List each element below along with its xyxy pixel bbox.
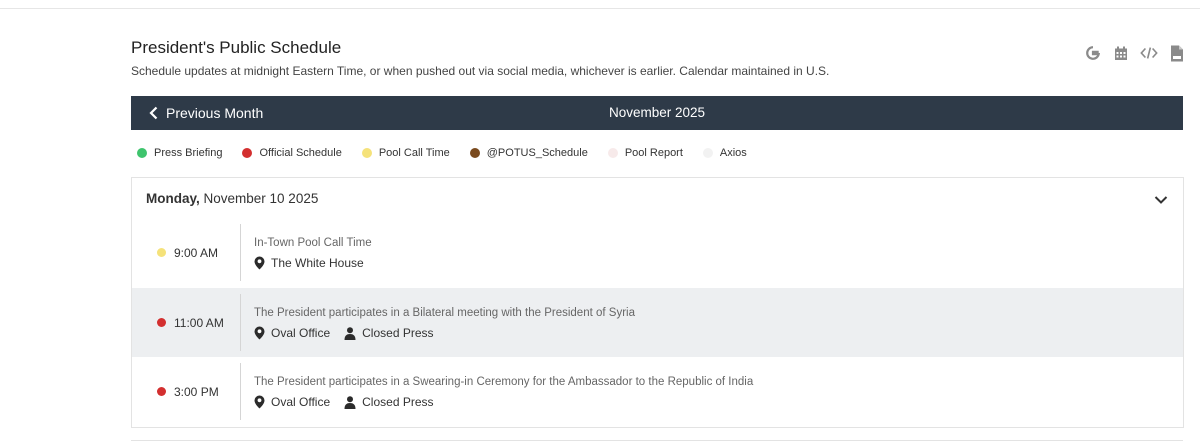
- event-press: Closed Press: [344, 326, 434, 340]
- legend-item: Press Briefing: [137, 147, 222, 159]
- event-location-label: The White House: [271, 256, 364, 270]
- person-icon: [344, 395, 362, 409]
- csv-file-icon[interactable]: [1168, 44, 1186, 62]
- event-title: The President participates in a Swearing…: [254, 376, 754, 388]
- event-time: 9:00 AM: [157, 218, 218, 287]
- previous-month-button[interactable]: Previous Month: [149, 96, 263, 130]
- legend-item: Pool Report: [607, 147, 683, 159]
- legend-item: Pool Call Time: [361, 147, 450, 159]
- calendar-icon[interactable]: [1112, 44, 1130, 62]
- top-divider: [0, 8, 1200, 9]
- event-meta: Oval Office Closed Press: [254, 326, 448, 340]
- chevron-down-icon[interactable]: [1153, 192, 1169, 208]
- event-location: Oval Office: [254, 395, 330, 409]
- legend-label: @POTUS_Schedule: [486, 147, 588, 159]
- event-time: 3:00 PM: [157, 357, 219, 426]
- previous-month-label: Previous Month: [166, 105, 264, 121]
- event-status-dot-icon: [157, 318, 166, 327]
- event-location-label: Oval Office: [271, 395, 331, 409]
- next-day-card-edge: [131, 440, 1183, 441]
- legend-item: @POTUS_Schedule: [469, 147, 588, 159]
- event-title: The President participates in a Bilatera…: [254, 307, 635, 319]
- current-month-title: November 2025: [608, 105, 706, 120]
- legend-label: Press Briefing: [154, 147, 223, 159]
- event-status-dot-icon: [157, 387, 166, 396]
- map-marker-icon: [254, 256, 271, 270]
- legend-dot-icon: [361, 148, 372, 158]
- event-press-label: Closed Press: [362, 326, 434, 340]
- embed-code-icon[interactable]: [1140, 44, 1158, 62]
- event-meta: The White House: [254, 256, 378, 270]
- event-time-label: 11:00 AM: [174, 315, 224, 330]
- day-weekday: Monday,: [146, 191, 200, 206]
- event-divider: [240, 224, 241, 281]
- legend-dot-icon: [242, 148, 253, 158]
- person-icon: [344, 326, 362, 340]
- chevron-left-icon: [149, 106, 158, 120]
- legend-item: Official Schedule: [242, 147, 342, 159]
- legend-label: Pool Report: [624, 147, 683, 159]
- event-location: Oval Office: [254, 326, 330, 340]
- legend-dot-icon: [607, 148, 618, 158]
- event-divider: [240, 363, 241, 420]
- page-title: President's Public Schedule: [131, 38, 342, 57]
- legend-dot-icon: [469, 148, 480, 158]
- day-header[interactable]: Monday, November 10 2025: [146, 191, 318, 206]
- event-location-label: Oval Office: [271, 326, 331, 340]
- event-title: In-Town Pool Call Time: [254, 237, 372, 249]
- legend-label: Pool Call Time: [378, 147, 450, 159]
- map-marker-icon: [254, 395, 271, 409]
- google-icon[interactable]: [1084, 44, 1102, 62]
- event-location: The White House: [254, 256, 364, 270]
- event-status-dot-icon: [157, 248, 166, 257]
- toolbar: [1084, 44, 1186, 62]
- event-press-label: Closed Press: [362, 395, 434, 409]
- day-date: November 10 2025: [203, 191, 319, 206]
- event-press: Closed Press: [344, 395, 434, 409]
- day-card: Monday, November 10 2025 9:00 AM In-Town …: [131, 177, 1184, 428]
- event-time-label: 9:00 AM: [174, 245, 219, 260]
- event-time: 11:00 AM: [157, 288, 224, 357]
- legend-dot-icon: [137, 148, 147, 158]
- page-subtitle: Schedule updates at midnight Eastern Tim…: [131, 64, 830, 78]
- month-navigation-bar: Previous Month November 2025: [131, 96, 1183, 130]
- schedule-event-row[interactable]: 11:00 AM The President participates in a …: [132, 288, 1183, 357]
- schedule-event-row[interactable]: 9:00 AM In-Town Pool Call Time The White H…: [132, 218, 1183, 287]
- legend-label: Official Schedule: [259, 147, 342, 159]
- legend-label: Axios: [719, 147, 747, 159]
- schedule-event-row[interactable]: 3:00 PM The President participates in a S…: [132, 357, 1183, 426]
- legend: Press Briefing Official Schedule Pool Call…: [137, 147, 767, 159]
- map-marker-icon: [254, 326, 271, 340]
- event-time-label: 3:00 PM: [174, 384, 219, 399]
- event-divider: [240, 294, 241, 351]
- event-meta: Oval Office Closed Press: [254, 395, 448, 409]
- legend-dot-icon: [702, 148, 713, 158]
- legend-item: Axios: [702, 147, 747, 159]
